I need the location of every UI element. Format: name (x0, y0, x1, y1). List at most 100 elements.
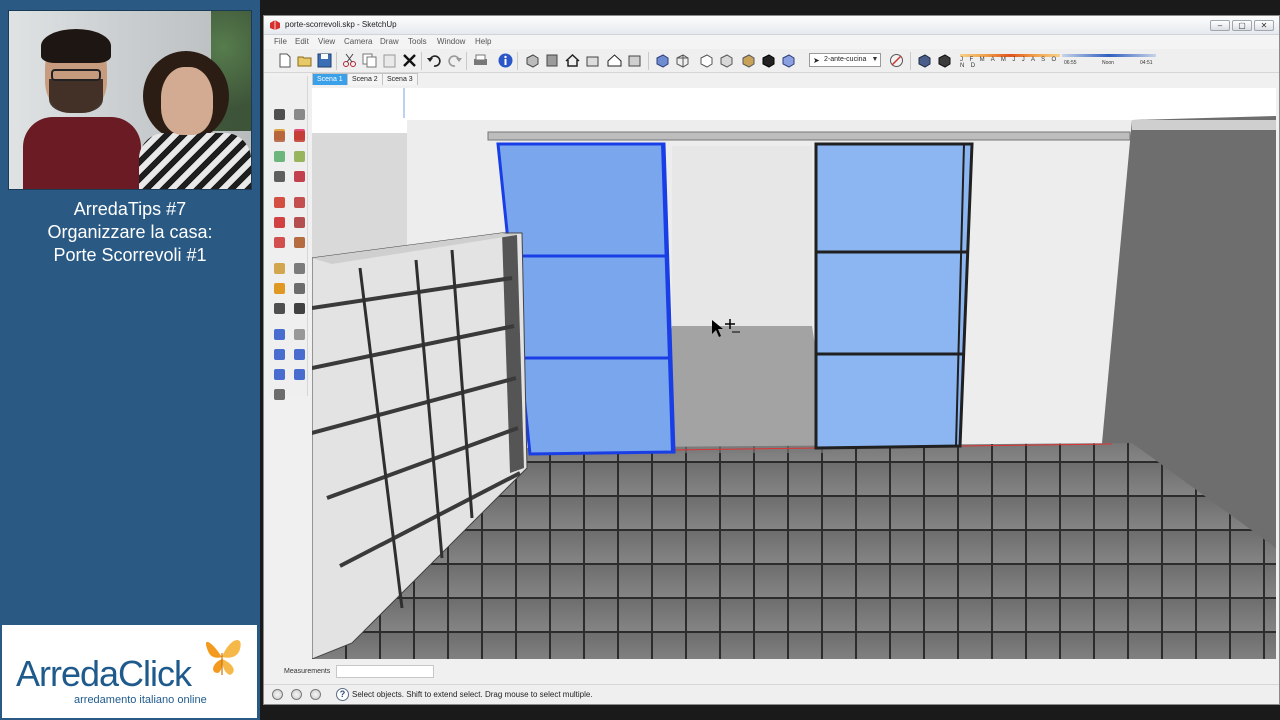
rectangle-icon[interactable] (271, 128, 288, 145)
title-bar[interactable]: porte-scorrevoli.skp - SketchUp – ▢ ✕ (264, 16, 1279, 35)
follow-me-icon[interactable] (291, 214, 308, 231)
eraser-icon[interactable] (291, 106, 308, 123)
sketchup-window: porte-scorrevoli.skp - SketchUp – ▢ ✕ Fi… (263, 15, 1280, 705)
shaded-icon[interactable] (718, 52, 735, 69)
sliding-door-right[interactable] (814, 142, 974, 450)
model-info-icon[interactable] (497, 52, 514, 69)
3d-text-icon[interactable] (291, 300, 308, 317)
episode-title-line-2: Organizzare la casa: (47, 222, 213, 242)
zoom-icon[interactable] (271, 346, 288, 363)
minimize-button[interactable]: – (1210, 20, 1230, 31)
push-pull-icon[interactable] (291, 194, 308, 211)
geolocation-icon[interactable] (272, 689, 283, 700)
menu-bar: File Edit View Camera Draw Tools Window … (264, 35, 1279, 49)
main-toolbar: ➤ 2-ante-cucina ▼ J F M A M J J A S O N … (264, 49, 1279, 73)
zoom-window-icon[interactable] (291, 346, 308, 363)
print-icon[interactable] (472, 52, 489, 69)
orbit-icon[interactable] (271, 326, 288, 343)
episode-title-line-3: Porte Scorrevoli #1 (53, 245, 207, 265)
credits-icon[interactable] (291, 689, 302, 700)
axes-icon[interactable] (271, 300, 288, 317)
brand-tagline: arredamento italiano online (74, 694, 207, 706)
pointer-icon: ➤ (813, 56, 820, 65)
polygon-icon[interactable] (271, 168, 288, 185)
tape-measure-icon[interactable] (271, 260, 288, 277)
top-view-icon[interactable] (626, 52, 643, 69)
paste-icon[interactable] (381, 52, 398, 69)
brand-name: ArredaClick (16, 653, 192, 694)
iso-view-icon[interactable] (606, 52, 623, 69)
arc-icon[interactable] (291, 148, 308, 165)
open-file-icon[interactable] (296, 52, 313, 69)
pan-icon[interactable] (291, 326, 308, 343)
monochrome-icon[interactable] (760, 52, 777, 69)
status-bar: ? Select objects. Shift to extend select… (264, 684, 1279, 704)
circle-icon[interactable] (271, 148, 288, 165)
new-file-icon[interactable] (276, 52, 293, 69)
protractor-icon[interactable] (271, 280, 288, 297)
brand-logo: ArredaClick arredamento italiano online (2, 625, 257, 718)
undo-icon[interactable] (426, 52, 443, 69)
sliding-door-rail (487, 131, 1131, 141)
cut-icon[interactable] (341, 52, 358, 69)
home-icon[interactable] (564, 52, 581, 69)
measurements-input[interactable] (336, 665, 434, 678)
status-message: Select objects. Shift to extend select. … (352, 690, 593, 699)
presenter-man (23, 29, 141, 189)
front-view-icon[interactable] (584, 52, 601, 69)
text-icon[interactable] (291, 280, 308, 297)
drawing-viewport[interactable] (312, 88, 1276, 659)
tab-scena-1[interactable]: Scena 1 (312, 73, 348, 85)
make-component-icon[interactable] (524, 52, 541, 69)
shadow-settings-icon[interactable] (916, 52, 933, 69)
redo-icon[interactable] (446, 52, 463, 69)
shadow-time-slider[interactable] (1062, 54, 1156, 57)
maximize-button[interactable]: ▢ (1232, 20, 1252, 31)
close-button[interactable]: ✕ (1254, 20, 1274, 31)
save-icon[interactable] (316, 52, 333, 69)
menu-help[interactable]: Help (475, 37, 491, 46)
freehand-icon[interactable] (291, 168, 308, 185)
rotate-icon[interactable] (271, 214, 288, 231)
wireframe-icon[interactable] (674, 52, 691, 69)
previous-view-icon[interactable] (271, 366, 288, 383)
hidden-line-icon[interactable] (698, 52, 715, 69)
user-icon[interactable] (310, 689, 321, 700)
menu-camera[interactable]: Camera (344, 37, 372, 46)
back-edges-icon[interactable] (780, 52, 797, 69)
menu-window[interactable]: Window (437, 37, 465, 46)
xray-icon[interactable] (654, 52, 671, 69)
line-icon[interactable] (291, 128, 308, 145)
tab-scena-2[interactable]: Scena 2 (347, 73, 383, 85)
menu-file[interactable]: File (274, 37, 287, 46)
menu-draw[interactable]: Draw (380, 37, 399, 46)
select-icon[interactable] (271, 106, 288, 123)
section-plane-icon[interactable] (544, 52, 561, 69)
dimension-icon[interactable] (291, 260, 308, 277)
sketchup-app-icon (270, 20, 280, 30)
scene-style-select[interactable]: ➤ 2-ante-cucina ▼ (809, 53, 881, 67)
offset-icon[interactable] (291, 234, 308, 251)
display-shadows-icon[interactable] (936, 52, 953, 69)
next-view-icon[interactable] (291, 366, 308, 383)
scene-style-value: 2-ante-cucina (824, 56, 867, 63)
tab-scena-3[interactable]: Scena 3 (382, 73, 418, 85)
copy-icon[interactable] (361, 52, 378, 69)
chevron-down-icon: ▼ (871, 56, 879, 63)
menu-tools[interactable]: Tools (408, 37, 427, 46)
no-style-icon[interactable] (888, 52, 905, 69)
shadow-months: J F M A M J J A S O N D (960, 57, 1059, 69)
webcam-video (8, 10, 252, 190)
scale-icon[interactable] (271, 234, 288, 251)
screen-root: ArredaTips #7 Organizzare la casa: Porte… (0, 0, 1280, 720)
shadow-time-end: 04:51 (1140, 60, 1153, 66)
shaded-textures-icon[interactable] (740, 52, 757, 69)
presenter-woman (131, 51, 251, 189)
help-icon[interactable]: ? (336, 688, 349, 701)
menu-view[interactable]: View (318, 37, 335, 46)
episode-title: ArredaTips #7 Organizzare la casa: Porte… (0, 198, 260, 267)
move-icon[interactable] (271, 194, 288, 211)
zoom-extents-icon[interactable] (271, 386, 288, 403)
delete-icon[interactable] (401, 52, 418, 69)
menu-edit[interactable]: Edit (295, 37, 309, 46)
